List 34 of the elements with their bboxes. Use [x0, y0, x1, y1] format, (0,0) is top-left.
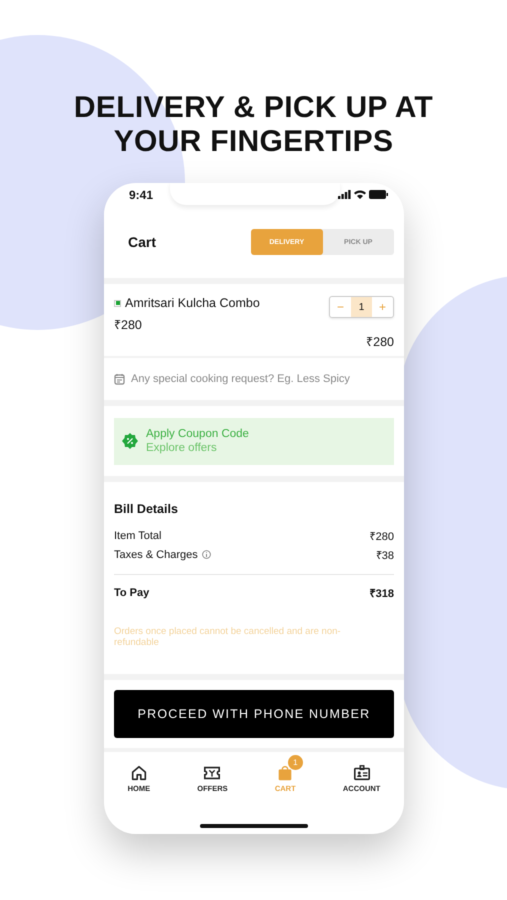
bill-value: ₹280	[370, 530, 394, 543]
quantity-value: 1	[351, 297, 372, 317]
discount-icon	[122, 433, 138, 449]
item-price: ₹280	[114, 317, 143, 333]
bill-label: Taxes & Charges	[114, 548, 198, 560]
signal-icon	[338, 190, 351, 199]
ticket-icon	[203, 764, 222, 782]
cooking-request-field[interactable]: Any special cooking request? Eg. Less Spicy	[104, 358, 404, 400]
wifi-icon	[354, 190, 366, 199]
bill-value: ₹38	[376, 549, 394, 562]
proceed-button[interactable]: PROCEED WITH PHONE NUMBER	[114, 690, 394, 738]
headline: YOUR FINGERTIPS	[114, 125, 394, 159]
calendar-icon	[114, 373, 125, 385]
increase-button[interactable]: +	[372, 297, 393, 317]
shopping-bag-icon	[276, 764, 294, 782]
item-total: ₹280	[366, 334, 394, 350]
status-time: 9:41	[129, 188, 154, 202]
headline: DELIVERY & PICK UP AT	[74, 91, 434, 125]
item-name: Amritsari Kulcha Combo	[125, 296, 260, 310]
refund-note: Orders once placed cannot be cancelled and are non-refundable	[114, 626, 342, 648]
coupon-subtitle: Explore offers	[146, 441, 218, 455]
decrease-button[interactable]: −	[330, 297, 351, 317]
cooking-request-input[interactable]: Any special cooking request? Eg. Less Spicy	[131, 373, 394, 385]
id-card-icon	[352, 764, 371, 782]
page-title: Cart	[128, 234, 156, 250]
bill-title: Bill Details	[114, 502, 179, 516]
total-label: To Pay	[114, 586, 150, 598]
home-icon	[130, 764, 148, 782]
total-value: ₹318	[370, 587, 394, 600]
coupon-banner[interactable]: Apply Coupon Code Explore offers	[114, 418, 394, 464]
coupon-title: Apply Coupon Code	[146, 427, 249, 441]
battery-icon	[369, 190, 388, 199]
bill-label: Item Total	[114, 530, 162, 542]
cart-count-badge: 1	[288, 755, 303, 770]
